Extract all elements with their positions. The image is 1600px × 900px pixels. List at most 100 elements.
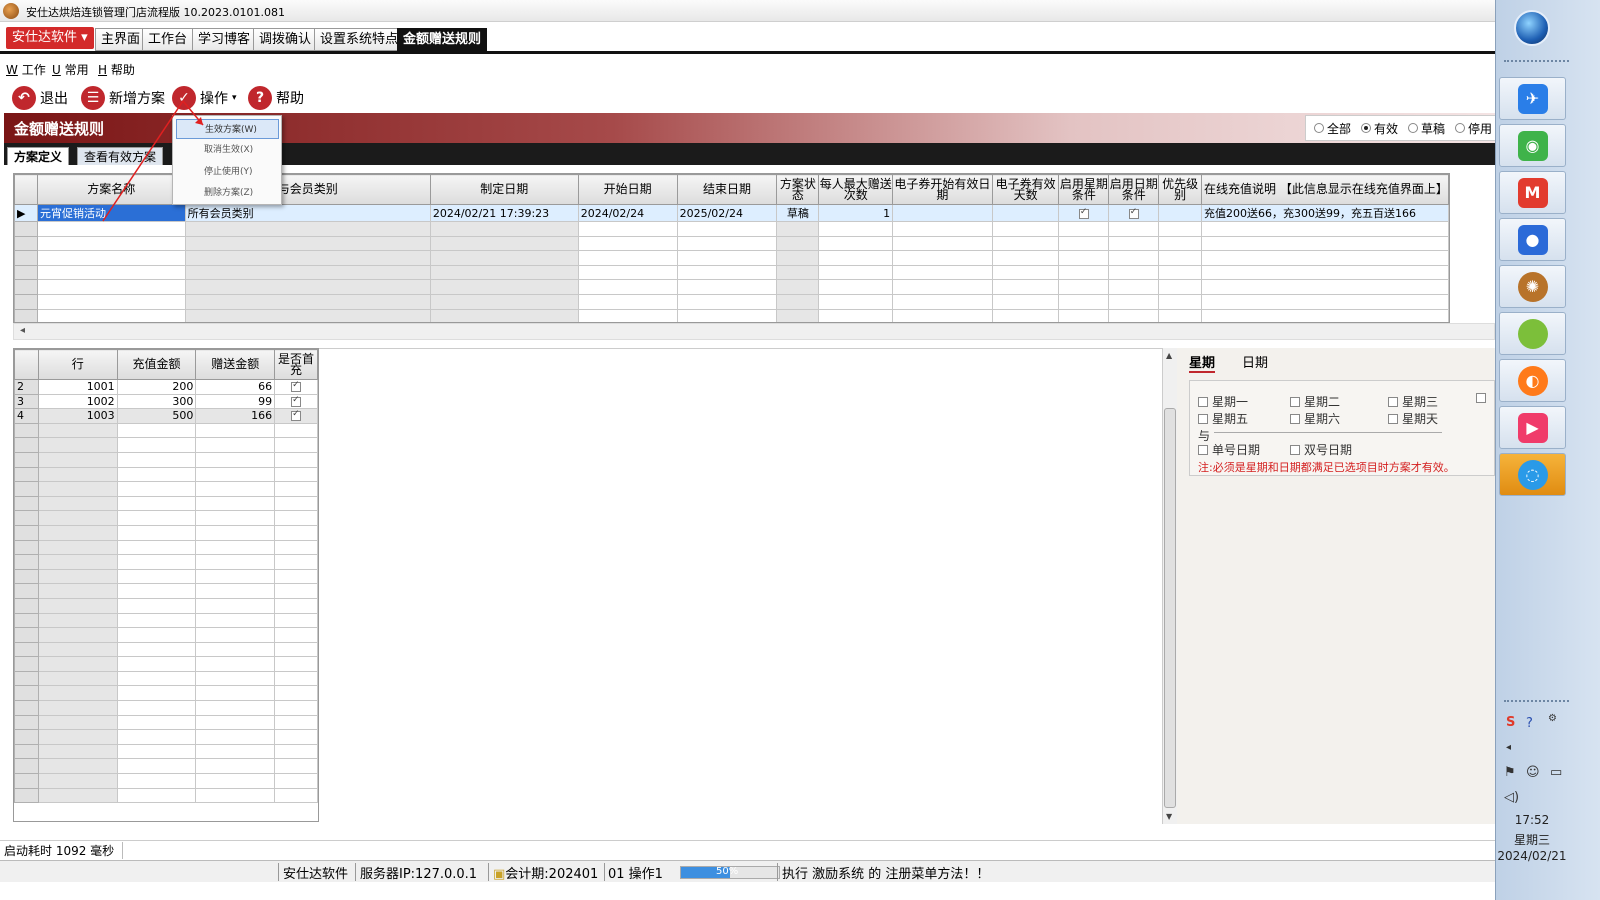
empty-cell[interactable] xyxy=(274,758,318,775)
filter-valid[interactable]: 有效 xyxy=(1361,120,1398,137)
settings-tray-icon[interactable]: ⚙ xyxy=(1548,713,1557,724)
empty-table-row[interactable] xyxy=(14,743,318,760)
empty-cell[interactable] xyxy=(116,641,197,658)
empty-cell[interactable] xyxy=(676,264,778,281)
empty-cell[interactable] xyxy=(37,437,118,453)
empty-cell[interactable] xyxy=(184,293,431,310)
empty-table-row[interactable] xyxy=(14,235,1449,252)
empty-cell[interactable] xyxy=(1058,235,1110,252)
clock-date[interactable]: 2024/02/21 xyxy=(1496,849,1568,863)
tab-blog[interactable]: 学习博客 xyxy=(192,28,257,51)
empty-cell[interactable] xyxy=(818,264,894,281)
empty-cell[interactable] xyxy=(195,627,276,643)
empty-cell[interactable] xyxy=(1201,250,1449,266)
empty-cell[interactable] xyxy=(577,264,678,281)
empty-cell[interactable] xyxy=(274,437,318,453)
empty-cell[interactable] xyxy=(892,308,993,322)
empty-cell[interactable] xyxy=(116,568,197,585)
empty-cell[interactable] xyxy=(195,787,276,804)
empty-cell[interactable] xyxy=(818,293,894,310)
empty-cell[interactable] xyxy=(116,495,197,512)
arrow-up-icon[interactable]: ▲ xyxy=(1166,351,1172,360)
cell-gift-amount[interactable]: 66 xyxy=(195,379,276,395)
empty-table-row[interactable] xyxy=(14,221,1449,237)
start-orb-icon[interactable] xyxy=(1514,10,1550,46)
empty-cell[interactable] xyxy=(892,293,993,310)
empty-cell[interactable] xyxy=(184,250,431,266)
empty-cell[interactable] xyxy=(1201,308,1449,322)
empty-table-row[interactable] xyxy=(14,437,318,453)
empty-cell[interactable] xyxy=(116,422,197,439)
empty-cell[interactable] xyxy=(116,510,197,526)
empty-cell[interactable] xyxy=(116,466,197,483)
col-status[interactable]: 方案状态 xyxy=(776,174,820,205)
empty-cell[interactable] xyxy=(37,787,118,804)
empty-cell[interactable] xyxy=(429,308,579,322)
empty-cell[interactable] xyxy=(195,510,276,526)
empty-cell[interactable] xyxy=(37,539,118,556)
empty-cell[interactable] xyxy=(991,279,1060,295)
col-end-date[interactable]: 结束日期 xyxy=(676,174,778,205)
horizontal-scrollbar[interactable]: ◂ xyxy=(13,323,1495,340)
weekday-tue[interactable]: 星期二 xyxy=(1290,393,1340,410)
empty-cell[interactable] xyxy=(195,583,276,599)
empty-cell[interactable] xyxy=(116,597,197,614)
empty-table-row[interactable] xyxy=(14,773,318,789)
empty-cell[interactable] xyxy=(274,583,318,599)
cell-first-recharge[interactable] xyxy=(274,393,318,410)
qq-tray-icon[interactable]: ☺ xyxy=(1526,765,1540,780)
cell-recharge-amount[interactable]: 200 xyxy=(116,379,197,395)
cell-recharge-amount[interactable]: 500 xyxy=(116,408,197,424)
empty-cell[interactable] xyxy=(37,451,118,468)
empty-cell[interactable] xyxy=(776,279,820,295)
empty-table-row[interactable] xyxy=(14,495,318,512)
empty-cell[interactable] xyxy=(195,612,276,629)
sogou-input-icon[interactable]: S xyxy=(1506,715,1515,730)
help-tray-icon[interactable]: ? xyxy=(1526,716,1533,731)
empty-table-row[interactable] xyxy=(14,264,1449,281)
empty-cell[interactable] xyxy=(36,279,186,295)
clock-time[interactable]: 17:52 xyxy=(1496,813,1568,827)
menu-work[interactable]: W 工作 xyxy=(6,61,46,78)
network-tray-icon[interactable]: ▭ xyxy=(1550,765,1562,780)
empty-cell[interactable] xyxy=(991,293,1060,310)
empty-cell[interactable] xyxy=(818,235,894,252)
empty-table-row[interactable] xyxy=(14,787,318,804)
empty-cell[interactable] xyxy=(776,264,820,281)
empty-cell[interactable] xyxy=(1158,235,1203,252)
empty-cell[interactable] xyxy=(195,451,276,468)
arrow-left-icon[interactable]: ◂ xyxy=(20,325,25,336)
empty-cell[interactable] xyxy=(37,714,118,731)
empty-cell[interactable] xyxy=(1108,293,1160,310)
empty-table-row[interactable] xyxy=(14,250,1449,266)
empty-cell[interactable] xyxy=(776,250,820,266)
feishu-app-icon[interactable]: ✈ xyxy=(1499,77,1566,120)
empty-cell[interactable] xyxy=(274,729,318,745)
cell-date-condition[interactable] xyxy=(1108,204,1160,222)
empty-cell[interactable] xyxy=(991,308,1060,322)
empty-cell[interactable] xyxy=(274,714,318,731)
empty-cell[interactable] xyxy=(195,466,276,483)
empty-cell[interactable] xyxy=(184,235,431,252)
empty-cell[interactable] xyxy=(195,685,276,702)
empty-table-row[interactable] xyxy=(14,279,1449,295)
empty-cell[interactable] xyxy=(1058,221,1110,237)
empty-cell[interactable] xyxy=(1158,264,1203,281)
empty-table-row[interactable] xyxy=(14,524,318,541)
empty-table-row[interactable] xyxy=(14,685,318,702)
empty-cell[interactable] xyxy=(116,583,197,599)
cell-start-date[interactable]: 2024/02/24 xyxy=(577,204,678,222)
empty-cell[interactable] xyxy=(37,773,118,789)
empty-cell[interactable] xyxy=(1158,279,1203,295)
empty-cell[interactable] xyxy=(116,729,197,745)
filter-stopped[interactable]: 停用 xyxy=(1455,120,1492,137)
qq-app-icon[interactable]: ◌ xyxy=(1499,453,1566,496)
empty-cell[interactable] xyxy=(1108,279,1160,295)
empty-cell[interactable] xyxy=(184,264,431,281)
checkbox[interactable] xyxy=(1128,207,1139,219)
empty-cell[interactable] xyxy=(274,568,318,585)
empty-cell[interactable] xyxy=(1108,308,1160,322)
empty-table-row[interactable] xyxy=(14,568,318,585)
table-row[interactable]: 3 1002 300 99 xyxy=(14,393,318,410)
cell-week-condition[interactable] xyxy=(1058,204,1110,222)
